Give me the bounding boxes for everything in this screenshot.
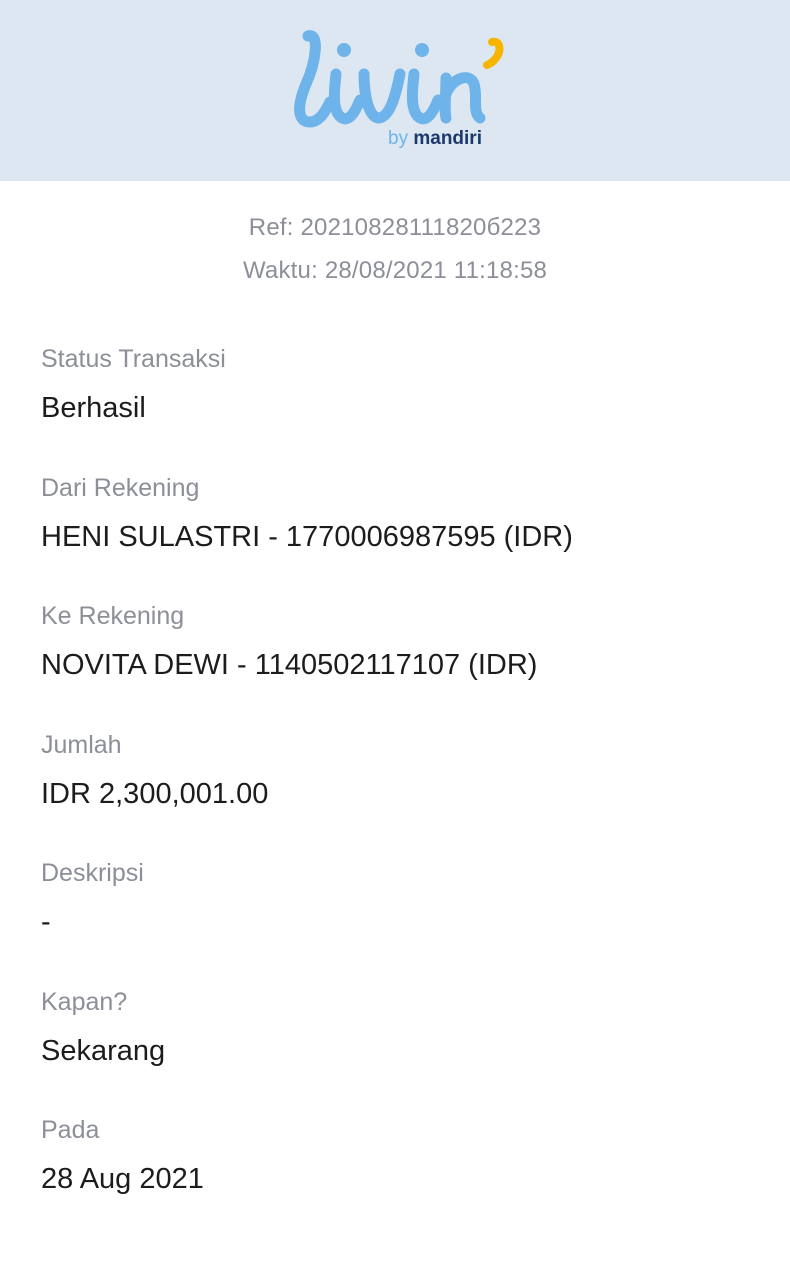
field-label: Dari Rekening xyxy=(41,474,200,502)
field-value: IDR 2,300,001.00 xyxy=(41,778,269,810)
field-destination-account: Ke Rekening NOVITA DEWI - 1140502117107 … xyxy=(41,601,761,682)
logo-by: by xyxy=(388,128,409,149)
field-label: Kapan? xyxy=(41,988,128,1016)
field-label: Ke Rekening xyxy=(41,602,185,630)
field-value: Sekarang xyxy=(41,1035,166,1067)
receipt-header: by mandiri xyxy=(0,0,790,181)
field-value: NOVITA DEWI - 1140502117107 (IDR) xyxy=(41,649,538,681)
field-label: Status Transaksi xyxy=(41,345,226,373)
field-when: Kapan? Sekarang xyxy=(41,987,761,1068)
field-source-account: Dari Rekening HENI SULASTRI - 1770006987… xyxy=(41,473,761,554)
field-value: HENI SULASTRI - 1770006987595 (IDR) xyxy=(41,521,573,553)
field-amount: Jumlah IDR 2,300,001.00 xyxy=(41,730,761,811)
field-date: Pada 28 Aug 2021 xyxy=(41,1115,761,1196)
field-label: Jumlah xyxy=(41,731,122,759)
transaction-time: Waktu: 28/08/2021 11:18:58 xyxy=(242,257,548,284)
livin-mandiri-logo: by mandiri xyxy=(280,22,520,162)
field-description: Deskripsi - xyxy=(41,858,761,939)
logo-brand: mandiri xyxy=(413,128,482,149)
reference-number: Ref: 20210828111820б223 xyxy=(248,214,542,241)
logo-byline: by mandiri xyxy=(388,128,482,150)
field-label: Pada xyxy=(41,1116,100,1144)
field-value: 28 Aug 2021 xyxy=(41,1163,204,1195)
field-value: Berhasil xyxy=(41,392,146,424)
field-label: Deskripsi xyxy=(41,859,144,887)
field-value: - xyxy=(41,906,51,938)
field-status: Status Transaksi Berhasil xyxy=(41,344,761,425)
